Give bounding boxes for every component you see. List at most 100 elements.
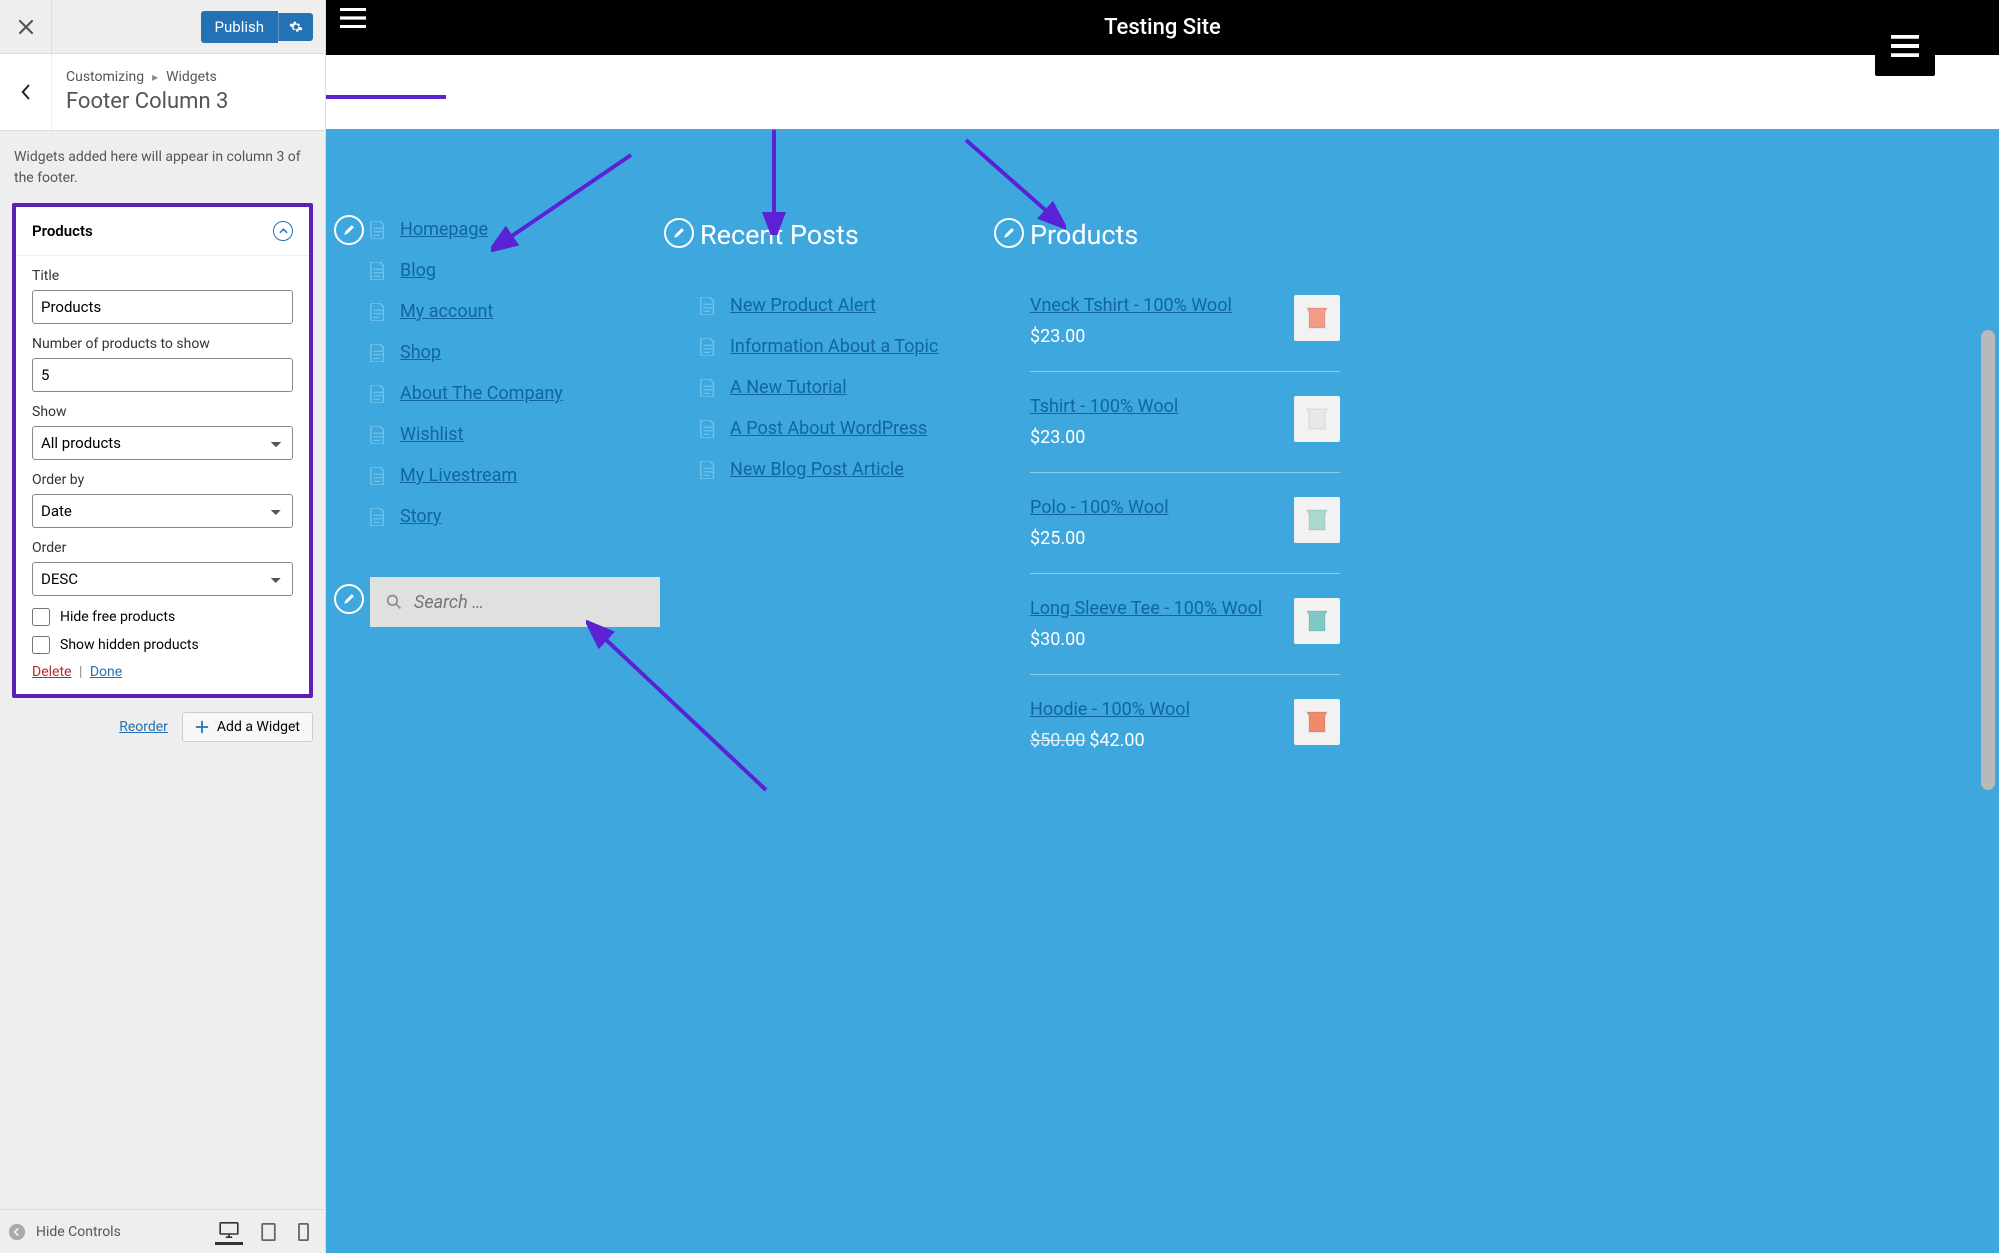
edit-shortcut-col3[interactable] <box>994 218 1024 248</box>
footer-link[interactable]: About The Company <box>400 383 563 404</box>
pencil-icon <box>342 592 356 606</box>
edit-shortcut-search[interactable] <box>334 584 364 614</box>
list-item: Blog <box>370 260 680 281</box>
recent-post-link[interactable]: New Product Alert <box>730 295 876 316</box>
product-thumbnail <box>1294 699 1340 745</box>
publish-group: Publish <box>201 11 313 43</box>
reorder-link[interactable]: Reorder <box>119 719 168 735</box>
orderby-select[interactable]: Date <box>32 494 293 528</box>
product-link[interactable]: Polo - 100% Wool <box>1030 497 1169 518</box>
recent-post-link[interactable]: A New Tutorial <box>730 377 847 398</box>
show-hidden-checkbox[interactable] <box>32 636 50 654</box>
pencil-icon <box>1002 226 1016 240</box>
document-icon <box>370 221 386 239</box>
list-item: New Blog Post Article <box>700 459 1010 480</box>
footer-link[interactable]: Blog <box>400 260 436 281</box>
add-widget-button[interactable]: Add a Widget <box>182 712 313 742</box>
product-price: $23.00 <box>1030 427 1178 448</box>
done-widget-link[interactable]: Done <box>90 664 122 680</box>
list-item: New Product Alert <box>700 295 1010 316</box>
document-icon <box>370 344 386 362</box>
product-link[interactable]: Tshirt - 100% Wool <box>1030 396 1178 417</box>
site-header: Testing Site <box>326 0 1999 55</box>
publish-settings-button[interactable] <box>278 13 313 41</box>
product-item: Long Sleeve Tee - 100% Wool $30.00 <box>1030 573 1340 674</box>
device-desktop[interactable] <box>215 1218 243 1245</box>
list-item: A Post About WordPress <box>700 418 1010 439</box>
hide-free-checkbox[interactable] <box>32 608 50 626</box>
search-input[interactable] <box>414 592 644 613</box>
footer-link[interactable]: Shop <box>400 342 441 363</box>
product-thumbnail <box>1294 598 1340 644</box>
product-link[interactable]: Long Sleeve Tee - 100% Wool <box>1030 598 1262 619</box>
sidebar-body: Widgets added here will appear in column… <box>0 131 325 1209</box>
document-icon <box>370 467 386 485</box>
product-price: $30.00 <box>1030 629 1262 650</box>
product-price: $25.00 <box>1030 528 1169 549</box>
publish-button[interactable]: Publish <box>201 11 278 43</box>
close-icon <box>18 19 34 35</box>
breadcrumb-root: Customizing <box>66 69 144 85</box>
document-icon <box>700 461 716 479</box>
list-item: A New Tutorial <box>700 377 1010 398</box>
pencil-icon <box>342 223 356 237</box>
product-item: Polo - 100% Wool $25.00 <box>1030 472 1340 573</box>
product-thumbnail <box>1294 497 1340 543</box>
product-link[interactable]: Hoodie - 100% Wool <box>1030 699 1190 720</box>
footer-preview: Homepage Blog My account Shop About The Comp… <box>326 129 1999 1253</box>
footer-link[interactable]: Wishlist <box>400 424 463 445</box>
site-banner-area <box>326 55 1999 129</box>
add-widget-label: Add a Widget <box>217 719 300 735</box>
menu-toggle-right[interactable] <box>1875 16 1935 76</box>
collapse-toggle[interactable] <box>273 221 293 241</box>
document-icon <box>700 420 716 438</box>
menu-toggle-left[interactable] <box>340 8 366 32</box>
preview-scrollbar[interactable] <box>1981 330 1995 790</box>
hide-free-label: Hide free products <box>60 609 175 625</box>
hide-controls-label: Hide Controls <box>36 1224 121 1240</box>
title-input[interactable] <box>32 290 293 324</box>
widget-panel-products: Products Title Number of products to sho… <box>12 203 313 698</box>
recent-post-link[interactable]: New Blog Post Article <box>730 459 904 480</box>
device-tablet[interactable] <box>257 1218 280 1245</box>
device-mobile[interactable] <box>294 1218 313 1245</box>
product-link[interactable]: Vneck Tshirt - 100% Wool <box>1030 295 1232 316</box>
recent-post-link[interactable]: A Post About WordPress <box>730 418 927 439</box>
back-button[interactable] <box>0 54 52 130</box>
footer-link[interactable]: Story <box>400 506 441 527</box>
list-item: Shop <box>370 342 680 363</box>
hide-controls-button[interactable]: Hide Controls <box>8 1223 121 1241</box>
widget-body: Title Number of products to show Show Al… <box>16 256 309 694</box>
section-title: Footer Column 3 <box>66 89 228 114</box>
recent-post-link[interactable]: Information About a Topic <box>730 336 938 357</box>
customizer-sidebar: Publish Customizing ▸ Widgets Footer Col… <box>0 0 326 1253</box>
collapse-left-icon <box>8 1223 26 1241</box>
widget-header[interactable]: Products <box>16 207 309 256</box>
field-label-num: Number of products to show <box>32 336 293 352</box>
document-icon <box>700 297 716 315</box>
edit-shortcut-col1[interactable] <box>334 215 364 245</box>
gear-icon <box>289 20 303 34</box>
close-customizer-button[interactable] <box>0 0 52 54</box>
customizer-bottom-bar: Hide Controls <box>0 1209 325 1253</box>
footer-link[interactable]: My Livestream <box>400 465 517 486</box>
hamburger-icon <box>340 8 366 28</box>
list-item: My account <box>370 301 680 322</box>
edit-shortcut-col2[interactable] <box>664 218 694 248</box>
footer-nav-list: Homepage Blog My account Shop About The Comp… <box>370 219 680 527</box>
delete-widget-link[interactable]: Delete <box>32 664 71 680</box>
widget-name: Products <box>32 222 93 240</box>
mobile-icon <box>298 1223 309 1241</box>
document-icon <box>370 385 386 403</box>
footer-link[interactable]: Homepage <box>400 219 488 240</box>
list-item: My Livestream <box>370 465 680 486</box>
show-select[interactable]: All products <box>32 426 293 460</box>
list-item: Information About a Topic <box>700 336 1010 357</box>
order-select[interactable]: DESC <box>32 562 293 596</box>
preview-pane: Testing Site Homepage Blog My account Shop A… <box>326 0 1999 1253</box>
footer-link[interactable]: My account <box>400 301 493 322</box>
list-item: About The Company <box>370 383 680 404</box>
field-label-order: Order <box>32 540 293 556</box>
num-products-input[interactable] <box>32 358 293 392</box>
document-icon <box>370 508 386 526</box>
